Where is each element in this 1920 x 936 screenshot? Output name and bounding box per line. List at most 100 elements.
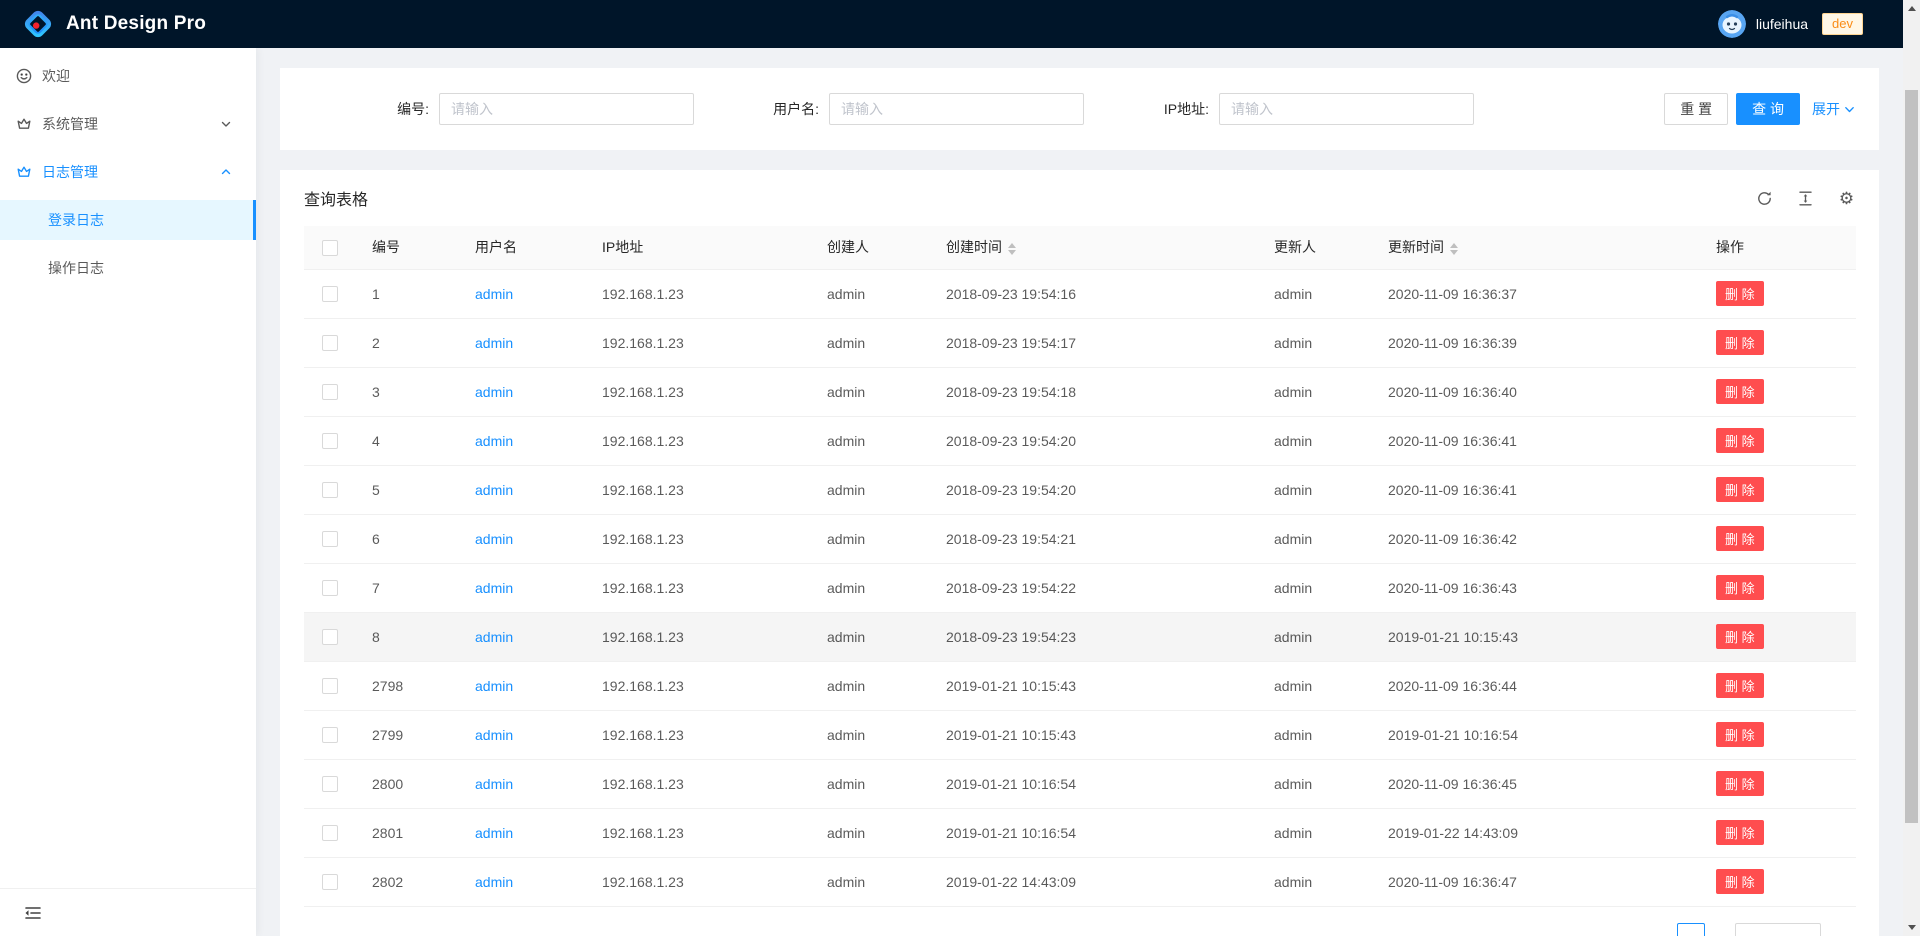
row-updater: admin <box>1274 482 1312 498</box>
sidebar-item-login-log[interactable]: 登录日志 <box>0 200 256 240</box>
row-created-time: 2018-09-23 19:54:21 <box>946 531 1076 547</box>
table-row: 8admin192.168.1.23admin2018-09-23 19:54:… <box>304 612 1856 661</box>
row-checkbox[interactable] <box>322 580 338 596</box>
row-ip: 192.168.1.23 <box>602 825 684 841</box>
scrollbar-down-arrow-icon[interactable] <box>1903 919 1920 936</box>
main-content: 编号: 用户名: IP地址: 重 置 查 询 展开 查询表格 <box>256 48 1903 936</box>
menu-fold-icon[interactable] <box>24 904 42 922</box>
scrollbar-thumb[interactable] <box>1905 90 1918 823</box>
sidebar-item-label: 欢迎 <box>42 66 232 86</box>
row-delete-button[interactable]: 删 除 <box>1716 379 1764 404</box>
row-id: 1 <box>372 286 380 302</box>
sidebar-item-label: 登录日志 <box>48 210 104 230</box>
row-checkbox[interactable] <box>322 629 338 645</box>
row-username-link[interactable]: admin <box>475 727 513 743</box>
row-updated-time: 2020-11-09 16:36:42 <box>1388 531 1517 547</box>
row-updated-time: 2020-11-09 16:36:44 <box>1388 678 1517 694</box>
row-username-link[interactable]: admin <box>475 335 513 351</box>
pagination-current-page-button[interactable] <box>1677 923 1705 936</box>
row-username-link[interactable]: admin <box>475 384 513 400</box>
row-ip: 192.168.1.23 <box>602 678 684 694</box>
row-id: 2798 <box>372 678 403 694</box>
user-menu-trigger[interactable]: liufeihua <box>1718 10 1822 38</box>
row-username-link[interactable]: admin <box>475 531 513 547</box>
filter-card: 编号: 用户名: IP地址: 重 置 查 询 展开 <box>280 68 1879 150</box>
table-body: 1 admin 192.168.1.23 admin 2018-09-23 19:54:… <box>304 269 1856 906</box>
row-delete-button[interactable]: 删 除 <box>1716 428 1764 453</box>
row-checkbox[interactable] <box>322 825 338 841</box>
row-username-link[interactable]: admin <box>475 776 513 792</box>
sidebar-item-label: 系统管理 <box>42 114 220 134</box>
row-checkbox[interactable] <box>322 776 338 792</box>
row-username-link[interactable]: admin <box>475 629 513 645</box>
row-checkbox[interactable] <box>322 727 338 743</box>
search-button[interactable]: 查 询 <box>1736 93 1800 125</box>
table-row: 2802admin192.168.1.23admin2019-01-22 14:… <box>304 857 1856 906</box>
row-delete-button[interactable]: 删 除 <box>1716 820 1764 845</box>
user-avatar <box>1718 10 1746 38</box>
sidebar-item-log-management[interactable]: 日志管理 <box>0 152 256 192</box>
row-delete-button[interactable]: 删 除 <box>1716 477 1764 502</box>
row-checkbox[interactable] <box>322 286 338 302</box>
sorter-icon[interactable] <box>1450 243 1458 255</box>
logo-link[interactable]: Ant Design Pro <box>0 8 206 40</box>
row-ip: 192.168.1.23 <box>602 874 684 890</box>
row-delete-button[interactable]: 删 除 <box>1716 673 1764 698</box>
row-id: 3 <box>372 384 380 400</box>
row-id: 8 <box>372 629 380 645</box>
reset-button[interactable]: 重 置 <box>1664 93 1728 125</box>
pagination <box>280 923 1821 936</box>
row-username-link[interactable]: admin <box>475 286 513 302</box>
id-field[interactable] <box>439 93 694 125</box>
row-username-link[interactable]: admin <box>475 825 513 841</box>
row-creator: admin <box>827 433 865 449</box>
row-updated-time: 2020-11-09 16:36:45 <box>1388 776 1517 792</box>
row-creator: admin <box>827 286 865 302</box>
row-delete-button[interactable]: 删 除 <box>1716 869 1764 894</box>
row-checkbox[interactable] <box>322 874 338 890</box>
expand-link[interactable]: 展开 <box>1812 99 1855 119</box>
row-delete-button[interactable]: 删 除 <box>1716 771 1764 796</box>
ip-field[interactable] <box>1219 93 1474 125</box>
row-username-link[interactable]: admin <box>475 580 513 596</box>
row-created-time: 2019-01-21 10:16:54 <box>946 776 1076 792</box>
username-field[interactable] <box>829 93 1084 125</box>
select-all-checkbox[interactable] <box>322 240 338 256</box>
row-ip: 192.168.1.23 <box>602 286 684 302</box>
row-delete-button[interactable]: 删 除 <box>1716 330 1764 355</box>
app-title: Ant Design Pro <box>66 13 206 35</box>
row-delete-button[interactable]: 删 除 <box>1716 624 1764 649</box>
row-checkbox[interactable] <box>322 678 338 694</box>
row-created-time: 2018-09-23 19:54:17 <box>946 335 1076 351</box>
row-delete-button[interactable]: 删 除 <box>1716 281 1764 306</box>
sidebar: 欢迎 系统管理 日志管理 登录日志 <box>0 48 256 936</box>
row-updated-time: 2020-11-09 16:36:39 <box>1388 335 1517 351</box>
chevron-down-icon <box>1844 104 1855 115</box>
row-creator: admin <box>827 874 865 890</box>
row-username-link[interactable]: admin <box>475 874 513 890</box>
settings-gear-icon[interactable]: ⚙ <box>1838 190 1855 207</box>
row-username-link[interactable]: admin <box>475 433 513 449</box>
column-height-icon[interactable] <box>1797 190 1814 207</box>
row-id: 2801 <box>372 825 403 841</box>
pagination-size-select[interactable] <box>1735 923 1821 936</box>
row-username-link[interactable]: admin <box>475 482 513 498</box>
row-checkbox[interactable] <box>322 531 338 547</box>
row-delete-button[interactable]: 删 除 <box>1716 575 1764 600</box>
row-delete-button[interactable]: 删 除 <box>1716 526 1764 551</box>
sidebar-item-welcome[interactable]: 欢迎 <box>0 56 256 96</box>
scrollbar-up-arrow-icon[interactable] <box>1903 0 1920 17</box>
refresh-icon[interactable] <box>1756 190 1773 207</box>
sorter-icon[interactable] <box>1008 243 1016 255</box>
expand-link-label: 展开 <box>1812 99 1840 119</box>
row-ip: 192.168.1.23 <box>602 384 684 400</box>
row-checkbox[interactable] <box>322 433 338 449</box>
filter-item-id: 编号: <box>304 93 694 125</box>
row-checkbox[interactable] <box>322 335 338 351</box>
sidebar-item-operation-log[interactable]: 操作日志 <box>0 248 256 288</box>
sidebar-item-system-management[interactable]: 系统管理 <box>0 104 256 144</box>
row-checkbox[interactable] <box>322 482 338 498</box>
row-username-link[interactable]: admin <box>475 678 513 694</box>
row-checkbox[interactable] <box>322 384 338 400</box>
row-delete-button[interactable]: 删 除 <box>1716 722 1764 747</box>
